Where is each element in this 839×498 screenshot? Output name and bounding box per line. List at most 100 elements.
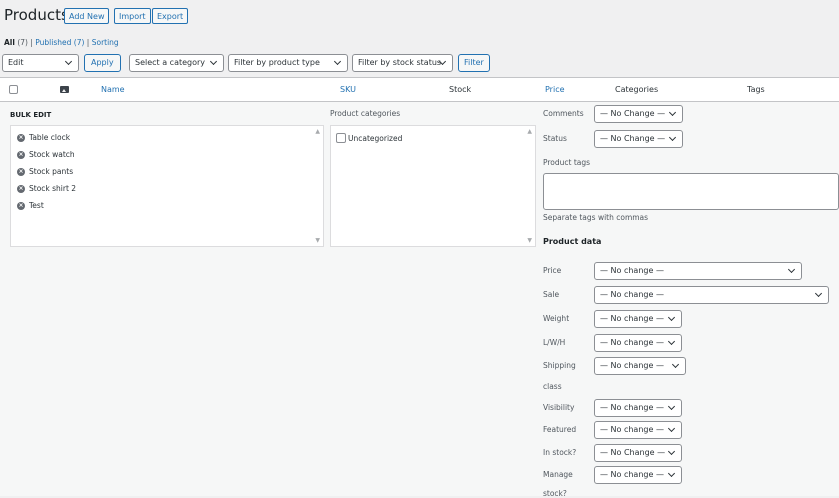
bulk-action-select[interactable]: Edit <box>2 54 79 72</box>
in-stock-label: In stock? <box>543 448 577 457</box>
select-all-checkbox[interactable] <box>9 85 18 94</box>
filter-published-link[interactable]: Published (7) <box>35 38 84 47</box>
filter-button[interactable]: Filter <box>458 54 490 72</box>
visibility-value: — No change — <box>600 403 664 412</box>
sorting-link[interactable]: Sorting <box>92 38 119 47</box>
featured-label: Featured <box>543 425 577 434</box>
list-item: × Stock watch <box>17 150 75 159</box>
weight-select[interactable]: — No change — <box>594 310 682 328</box>
item-label: Stock pants <box>29 167 74 176</box>
status-value: — No Change — <box>600 134 666 143</box>
column-name[interactable]: Name <box>101 85 125 94</box>
list-item: × Table clock <box>17 133 70 142</box>
bulk-edit-items-list[interactable]: × Table clock × Stock watch × Stock pant… <box>10 125 324 247</box>
bulk-edit-heading: BULK EDIT <box>10 111 52 119</box>
scroll-up-icon[interactable]: ▲ <box>315 128 320 135</box>
page-title: Products <box>4 6 69 24</box>
filter-all-link[interactable]: All <box>4 38 15 47</box>
item-label: Stock shirt 2 <box>29 184 77 193</box>
chevron-down-icon <box>666 400 676 416</box>
chevron-down-icon <box>666 422 676 438</box>
import-button[interactable]: Import <box>114 8 151 24</box>
in-stock-select[interactable]: — No Change — <box>594 444 682 462</box>
sale-label: Sale <box>543 290 560 299</box>
scroll-down-icon[interactable]: ▼ <box>315 237 320 244</box>
table-header: Name SKU Stock Price Categories Tags <box>0 77 839 102</box>
manage-stock-select[interactable]: — No change — <box>594 466 682 484</box>
visibility-select[interactable]: — No change — <box>594 399 682 417</box>
status-label: Status <box>543 134 567 143</box>
chevron-down-icon <box>666 311 676 327</box>
shipping-label-line2: class <box>543 382 562 391</box>
chevron-down-icon <box>208 55 218 71</box>
separator: | <box>86 38 90 47</box>
product-type-select[interactable]: Filter by product type <box>228 54 348 72</box>
stock-status-select[interactable]: Filter by stock status <box>352 54 453 72</box>
category-option-label: Uncategorized <box>348 133 403 143</box>
remove-icon[interactable]: × <box>17 167 25 176</box>
chevron-down-icon <box>332 55 342 71</box>
shipping-label: Shipping <box>543 361 576 370</box>
price-select[interactable]: — No change — <box>594 262 802 280</box>
weight-value: — No change — <box>600 314 664 323</box>
category-checkbox[interactable] <box>336 133 346 143</box>
product-categories-list[interactable]: Uncategorized ▲ ▼ <box>330 125 536 247</box>
filter-all-count: (7) <box>17 38 28 47</box>
list-item: × Test <box>17 201 44 210</box>
apply-button[interactable]: Apply <box>84 54 121 72</box>
column-tags: Tags <box>747 85 765 94</box>
column-sku[interactable]: SKU <box>340 85 356 94</box>
lwh-select[interactable]: — No change — <box>594 334 682 352</box>
chevron-down-icon <box>667 106 677 122</box>
comments-select[interactable]: — No Change — <box>594 105 683 123</box>
chevron-down-icon <box>666 445 676 461</box>
add-new-button[interactable]: Add New <box>64 8 110 24</box>
scroll-down-icon[interactable]: ▼ <box>527 237 532 244</box>
weight-label: Weight <box>543 314 570 323</box>
list-item: × Stock shirt 2 <box>17 184 76 193</box>
sale-value: — No change — <box>600 290 664 299</box>
product-data-heading: Product data <box>543 237 602 246</box>
comments-value: — No Change — <box>600 109 666 118</box>
product-tags-input[interactable] <box>543 173 839 210</box>
status-filter-links: All (7) | Published (7) | Sorting <box>4 38 119 47</box>
item-label: Test <box>29 201 44 210</box>
chevron-down-icon <box>666 467 676 483</box>
category-value: Select a category <box>135 58 206 67</box>
scroll-up-icon[interactable]: ▲ <box>527 128 532 135</box>
sale-select[interactable]: — No change — <box>594 286 829 304</box>
image-icon <box>60 86 69 93</box>
chevron-down-icon <box>786 263 796 279</box>
item-label: Table clock <box>29 133 71 142</box>
list-item: × Stock pants <box>17 167 73 176</box>
shipping-class-select[interactable]: — No change — <box>594 357 686 375</box>
manage-stock-value: — No change — <box>600 470 664 479</box>
lwh-label: L/W/H <box>543 338 566 347</box>
column-price[interactable]: Price <box>545 85 565 94</box>
product-type-value: Filter by product type <box>234 58 320 67</box>
visibility-label: Visibility <box>543 403 575 412</box>
chevron-down-icon <box>667 131 677 147</box>
bulk-action-value: Edit <box>8 58 24 67</box>
export-button[interactable]: Export <box>152 8 189 24</box>
lwh-value: — No change — <box>600 338 664 347</box>
tags-hint: Separate tags with commas <box>543 213 649 222</box>
price-value: — No change — <box>600 266 664 275</box>
featured-value: — No change — <box>600 425 664 434</box>
remove-icon[interactable]: × <box>17 133 25 142</box>
manage-stock-label: Manage <box>543 470 573 479</box>
chevron-down-icon <box>437 55 447 71</box>
remove-icon[interactable]: × <box>17 150 25 159</box>
chevron-down-icon <box>666 335 676 351</box>
category-select[interactable]: Select a category <box>129 54 224 72</box>
product-categories-heading: Product categories <box>330 109 401 118</box>
featured-select[interactable]: — No change — <box>594 421 682 439</box>
status-select[interactable]: — No Change — <box>594 130 683 148</box>
remove-icon[interactable]: × <box>17 201 25 210</box>
comments-label: Comments <box>543 109 584 118</box>
remove-icon[interactable]: × <box>17 184 25 193</box>
stock-status-value: Filter by stock status <box>358 58 442 67</box>
chevron-down-icon <box>813 287 823 303</box>
in-stock-value: — No Change — <box>600 448 666 457</box>
category-option[interactable]: Uncategorized <box>336 133 402 143</box>
